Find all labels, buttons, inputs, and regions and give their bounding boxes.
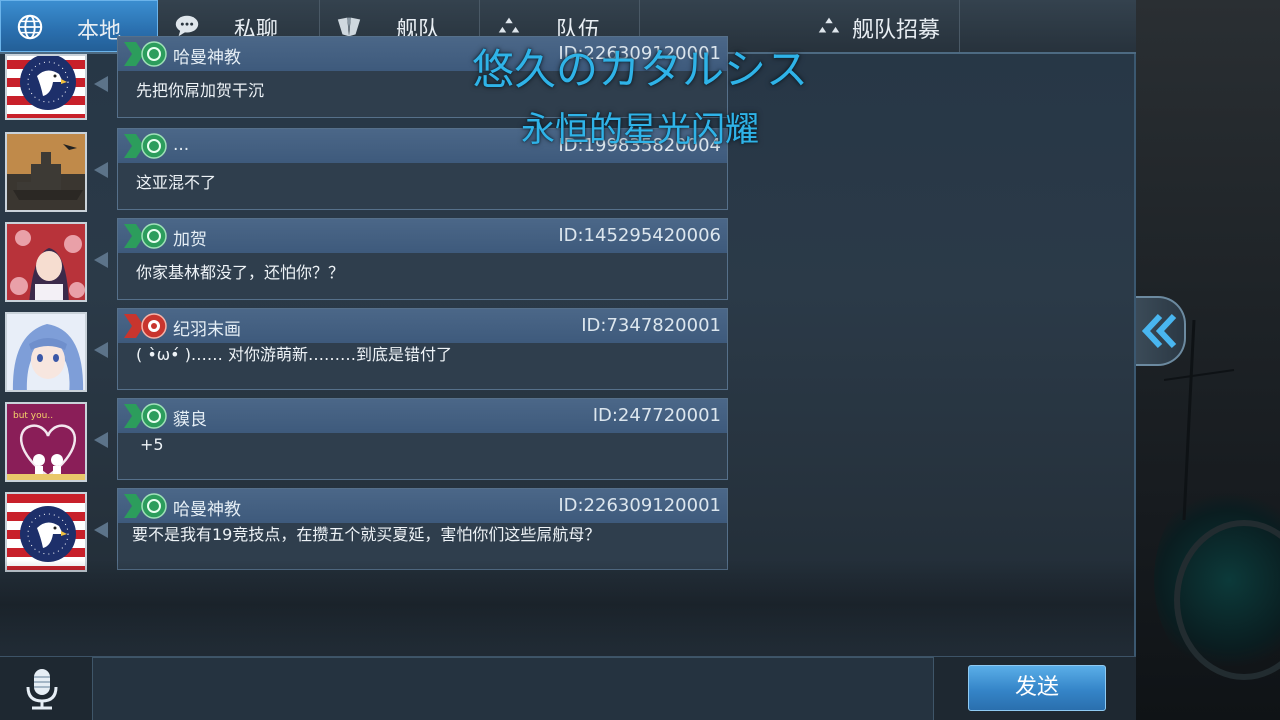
bubble-pointer xyxy=(94,342,108,358)
sender-name[interactable]: 纪羽末画 xyxy=(173,315,241,340)
chat-message: 哈曼神教 ID:226309120001 要不是我有19竞技点，在攒五个就买夏延… xyxy=(0,488,730,572)
svg-text:but you..: but you.. xyxy=(13,411,53,421)
avatar[interactable] xyxy=(5,132,87,212)
sender-id: ID:226309120001 xyxy=(558,43,721,64)
bubble-pointer xyxy=(94,76,108,92)
sender-id: ID:247720001 xyxy=(592,405,721,426)
message-bubble: 哈曼神教 ID:226309120001 先把你屌加贺干沉 xyxy=(117,36,728,118)
chat-message: 哈曼神教 ID:226309120001 先把你屌加贺干沉 xyxy=(0,36,730,120)
sender-name[interactable]: ... xyxy=(173,135,189,155)
anime-girl-blue-avatar xyxy=(7,314,85,390)
bubble-pointer xyxy=(94,432,108,448)
message-header: 貘良 ID:247720001 xyxy=(118,399,727,433)
sender-id: ID:199835820004 xyxy=(558,135,721,156)
sender-id: ID:7347820001 xyxy=(581,315,721,336)
message-header: 纪羽末画 ID:7347820001 xyxy=(118,309,727,343)
rank-badge-icon xyxy=(124,313,167,339)
bubble-pointer xyxy=(94,162,108,178)
chat-message: ... ID:199835820004 这亚混不了 xyxy=(0,128,730,212)
collapse-chat-button[interactable] xyxy=(1136,296,1186,366)
battleship-avatar xyxy=(7,134,85,210)
rank-badge-icon xyxy=(124,403,167,429)
avatar[interactable] xyxy=(5,492,87,572)
message-bubble: 哈曼神教 ID:226309120001 要不是我有19竞技点，在攒五个就买夏延… xyxy=(117,488,728,570)
message-text: 你家基林都没了，还怕你？？ xyxy=(136,263,345,282)
message-header: ... ID:199835820004 xyxy=(118,129,727,163)
message-text: 这亚混不了 xyxy=(136,173,217,192)
message-text: +5 xyxy=(140,435,164,454)
chat-message: but you.. 貘良 ID:247720001 +5 xyxy=(0,398,730,482)
eagle-flag-avatar xyxy=(7,56,85,118)
message-bubble: 貘良 ID:247720001 +5 xyxy=(117,398,728,480)
message-text: 先把你屌加贺干沉 xyxy=(136,81,265,100)
message-bubble: 加贺 ID:145295420006 你家基林都没了，还怕你？？ xyxy=(117,218,728,300)
rank-badge-icon xyxy=(124,223,167,249)
avatar[interactable] xyxy=(5,222,87,302)
microphone-icon[interactable] xyxy=(22,667,62,711)
bubble-pointer xyxy=(94,522,108,538)
sender-id: ID:226309120001 xyxy=(558,495,721,516)
send-button[interactable]: 发送 xyxy=(968,665,1106,711)
message-header: 哈曼神教 ID:226309120001 xyxy=(118,489,727,523)
bubble-pointer xyxy=(94,252,108,268)
chat-panel: 本地 私聊 舰队 队伍 舰队招募 悠久のカタルシス 永恒的星光闪耀 哈曼神教 I… xyxy=(0,0,1136,720)
message-bubble: ... ID:199835820004 这亚混不了 xyxy=(117,128,728,210)
rank-badge-icon xyxy=(124,41,167,67)
anime-girl-red-avatar xyxy=(7,224,85,300)
sender-name[interactable]: 哈曼神教 xyxy=(173,43,241,68)
chat-input[interactable] xyxy=(92,657,934,720)
heart-couple-avatar: but you.. xyxy=(7,404,85,480)
chat-message: 纪羽末画 ID:7347820001 ( •̀ω•́ )…… 对你游萌新………到… xyxy=(0,308,730,392)
message-header: 哈曼神教 ID:226309120001 xyxy=(118,37,727,71)
message-header: 加贺 ID:145295420006 xyxy=(118,219,727,253)
chat-input-bar: 发送 xyxy=(0,656,1136,720)
rank-badge-icon xyxy=(124,493,167,519)
message-bubble: 纪羽末画 ID:7347820001 ( •̀ω•́ )…… 对你游萌新………到… xyxy=(117,308,728,390)
sender-name[interactable]: 貘良 xyxy=(173,405,207,430)
message-text: ( •̀ω•́ )…… 对你游萌新………到底是错付了 xyxy=(136,345,453,364)
message-text: 要不是我有19竞技点，在攒五个就买夏延，害怕你们这些屌航母？ xyxy=(132,525,601,544)
avatar[interactable] xyxy=(5,312,87,392)
sender-name[interactable]: 加贺 xyxy=(173,225,207,250)
avatar[interactable] xyxy=(5,54,87,120)
tab-fleet-recruit-label: 舰队招募 xyxy=(852,18,941,43)
double-chevron-left-icon xyxy=(1141,313,1177,349)
eagle-flag-avatar xyxy=(7,494,85,570)
team-icon xyxy=(818,17,840,33)
sender-name[interactable]: 哈曼神教 xyxy=(173,495,241,520)
rank-badge-icon xyxy=(124,133,167,159)
sender-id: ID:145295420006 xyxy=(558,225,721,246)
avatar[interactable]: but you.. xyxy=(5,402,87,482)
chat-message: 加贺 ID:145295420006 你家基林都没了，还怕你？？ xyxy=(0,218,730,302)
